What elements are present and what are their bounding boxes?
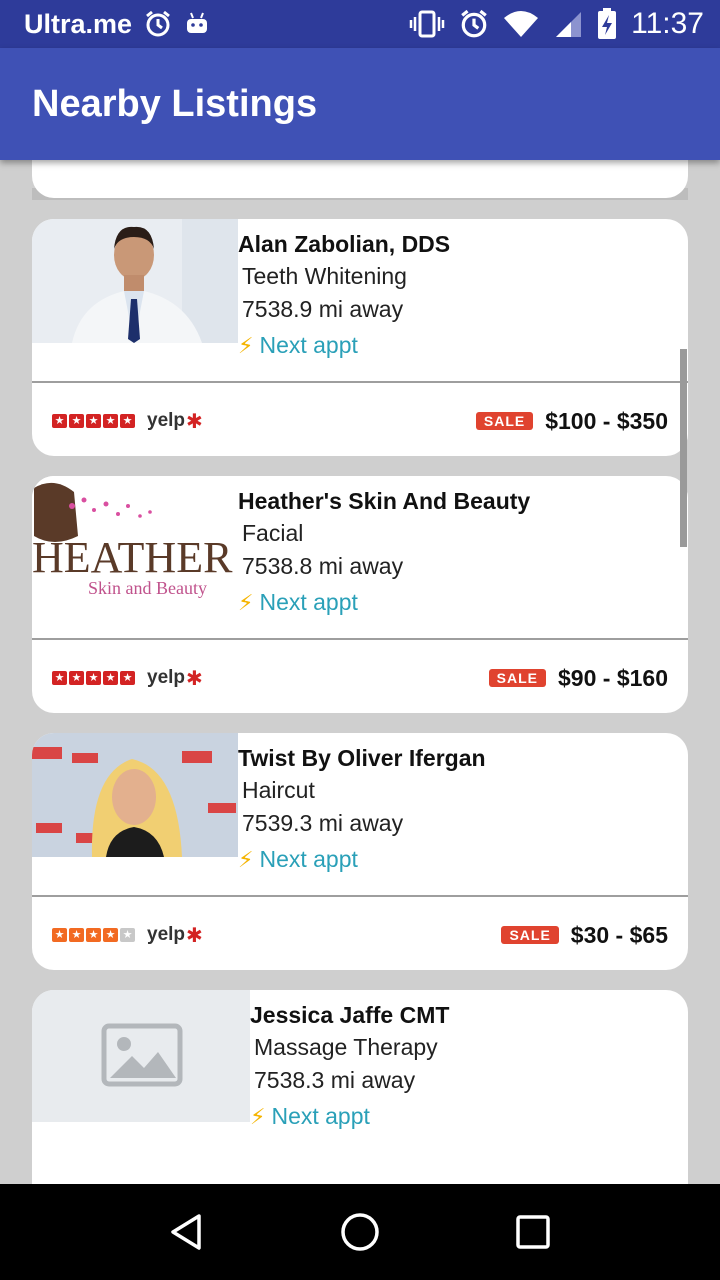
- yelp-logo: yelp ✱: [147, 924, 203, 947]
- back-button[interactable]: [157, 1202, 217, 1262]
- star-icon: ★: [52, 671, 67, 685]
- star-icon: ★: [52, 928, 67, 942]
- star-icon: ★: [103, 414, 118, 428]
- svg-text:Skin and Beauty: Skin and Beauty: [88, 578, 207, 598]
- yelp-burst-icon: ✱: [186, 924, 203, 947]
- sale-badge: SALE: [475, 412, 534, 430]
- previous-card-edge[interactable]: [32, 160, 688, 198]
- star-icon: ★: [120, 671, 135, 685]
- yelp-burst-icon: ✱: [186, 410, 203, 433]
- next-appt-label: Next appt: [259, 332, 358, 358]
- listing-name[interactable]: Jessica Jaffe CMT: [250, 1002, 680, 1034]
- listing-card[interactable]: Alan Zabolian, DDS Teeth Whitening 7538.…: [32, 219, 688, 456]
- app-bar: Nearby Listings: [0, 48, 720, 160]
- yelp-burst-icon: ✱: [186, 667, 203, 690]
- recents-button[interactable]: [503, 1202, 563, 1262]
- home-button[interactable]: [330, 1202, 390, 1262]
- star-icon: ★: [69, 671, 84, 685]
- listing-card[interactable]: HEATHER Skin and Beauty Heather's Skin A…: [32, 476, 688, 713]
- page-title: Nearby Listings: [32, 82, 318, 125]
- star-icon: ★: [103, 671, 118, 685]
- star-icon: ★: [69, 928, 84, 942]
- status-bar: Ultra.me 11:37: [0, 0, 720, 48]
- alarm-icon: [144, 10, 172, 38]
- battery-charging-icon: [597, 8, 617, 40]
- listing-service: Facial: [242, 520, 304, 546]
- listing-thumbnail: [32, 733, 238, 857]
- listing-card[interactable]: Twist By Oliver Ifergan Haircut 7539.3 m…: [32, 733, 688, 970]
- next-appt-label: Next appt: [259, 589, 358, 615]
- next-appt-link[interactable]: ⚡ Next appt: [250, 1100, 680, 1133]
- next-appt-link[interactable]: ⚡ Next appt: [238, 329, 680, 362]
- lightning-icon: ⚡: [238, 589, 254, 615]
- lightning-icon: ⚡: [238, 332, 254, 358]
- star-icon: ★: [86, 671, 101, 685]
- listing-card[interactable]: Jessica Jaffe CMT Massage Therapy 7538.3…: [32, 990, 688, 1184]
- android-icon: [184, 11, 210, 37]
- listing-thumbnail: [32, 990, 250, 1122]
- system-nav-bar: [0, 1184, 720, 1280]
- card-divider: [32, 895, 688, 897]
- star-icon: ★: [103, 928, 118, 942]
- wifi-icon: [503, 10, 539, 38]
- svg-text:HEATHER: HEATHER: [32, 533, 233, 582]
- star-icon: ★: [52, 414, 67, 428]
- yelp-logo: yelp ✱: [147, 667, 203, 690]
- price-range: $30 - $65: [570, 921, 668, 948]
- listing-distance: 7538.8 mi away: [242, 553, 404, 579]
- salon-photo: [32, 733, 238, 857]
- listing-name[interactable]: Alan Zabolian, DDS: [238, 231, 680, 263]
- listing-service: Haircut: [242, 777, 315, 803]
- next-appt-link[interactable]: ⚡ Next appt: [238, 843, 680, 876]
- heather-logo: HEATHER Skin and Beauty: [32, 476, 238, 600]
- lightning-icon: ⚡: [238, 846, 254, 872]
- image-placeholder-icon: [32, 990, 250, 1122]
- scrollbar[interactable]: [680, 349, 687, 547]
- alarm-icon: [459, 9, 489, 39]
- dentist-photo: [32, 219, 238, 343]
- next-appt-link[interactable]: ⚡ Next appt: [238, 586, 680, 619]
- rating-stars: ★ ★ ★ ★ ★: [52, 928, 135, 942]
- star-empty-icon: ★: [120, 928, 135, 942]
- clock-time: 11:37: [631, 7, 704, 40]
- price-range: $100 - $350: [545, 407, 668, 434]
- vibrate-icon: [409, 10, 445, 38]
- listing-list[interactable]: Alan Zabolian, DDS Teeth Whitening 7538.…: [0, 160, 720, 1184]
- rating-stars: ★ ★ ★ ★ ★: [52, 414, 135, 428]
- listing-thumbnail: [32, 219, 238, 343]
- price-range: $90 - $160: [558, 664, 668, 691]
- carrier-name: Ultra.me: [24, 8, 133, 39]
- next-appt-label: Next appt: [271, 1103, 370, 1129]
- lightning-icon: ⚡: [250, 1103, 266, 1129]
- listing-service: Massage Therapy: [254, 1034, 438, 1060]
- next-appt-label: Next appt: [259, 846, 358, 872]
- star-icon: ★: [86, 414, 101, 428]
- cell-signal-icon: [553, 10, 583, 38]
- rating-stars: ★ ★ ★ ★ ★: [52, 671, 135, 685]
- listing-thumbnail: HEATHER Skin and Beauty: [32, 476, 238, 600]
- card-divider: [32, 638, 688, 640]
- yelp-logo: yelp ✱: [147, 410, 203, 433]
- listing-service: Teeth Whitening: [242, 263, 407, 289]
- listing-distance: 7538.9 mi away: [242, 296, 404, 322]
- star-icon: ★: [86, 928, 101, 942]
- recents-square-icon: [516, 1215, 551, 1249]
- home-circle-icon: [341, 1213, 379, 1251]
- back-triangle-icon: [170, 1214, 201, 1250]
- listing-name[interactable]: Twist By Oliver Ifergan: [238, 745, 680, 777]
- star-icon: ★: [120, 414, 135, 428]
- listing-distance: 7538.3 mi away: [254, 1067, 416, 1093]
- listing-distance: 7539.3 mi away: [242, 810, 404, 836]
- card-divider: [32, 381, 688, 383]
- sale-badge: SALE: [488, 669, 547, 687]
- sale-badge: SALE: [501, 926, 559, 944]
- listing-name[interactable]: Heather's Skin And Beauty: [238, 488, 680, 520]
- star-icon: ★: [69, 414, 84, 428]
